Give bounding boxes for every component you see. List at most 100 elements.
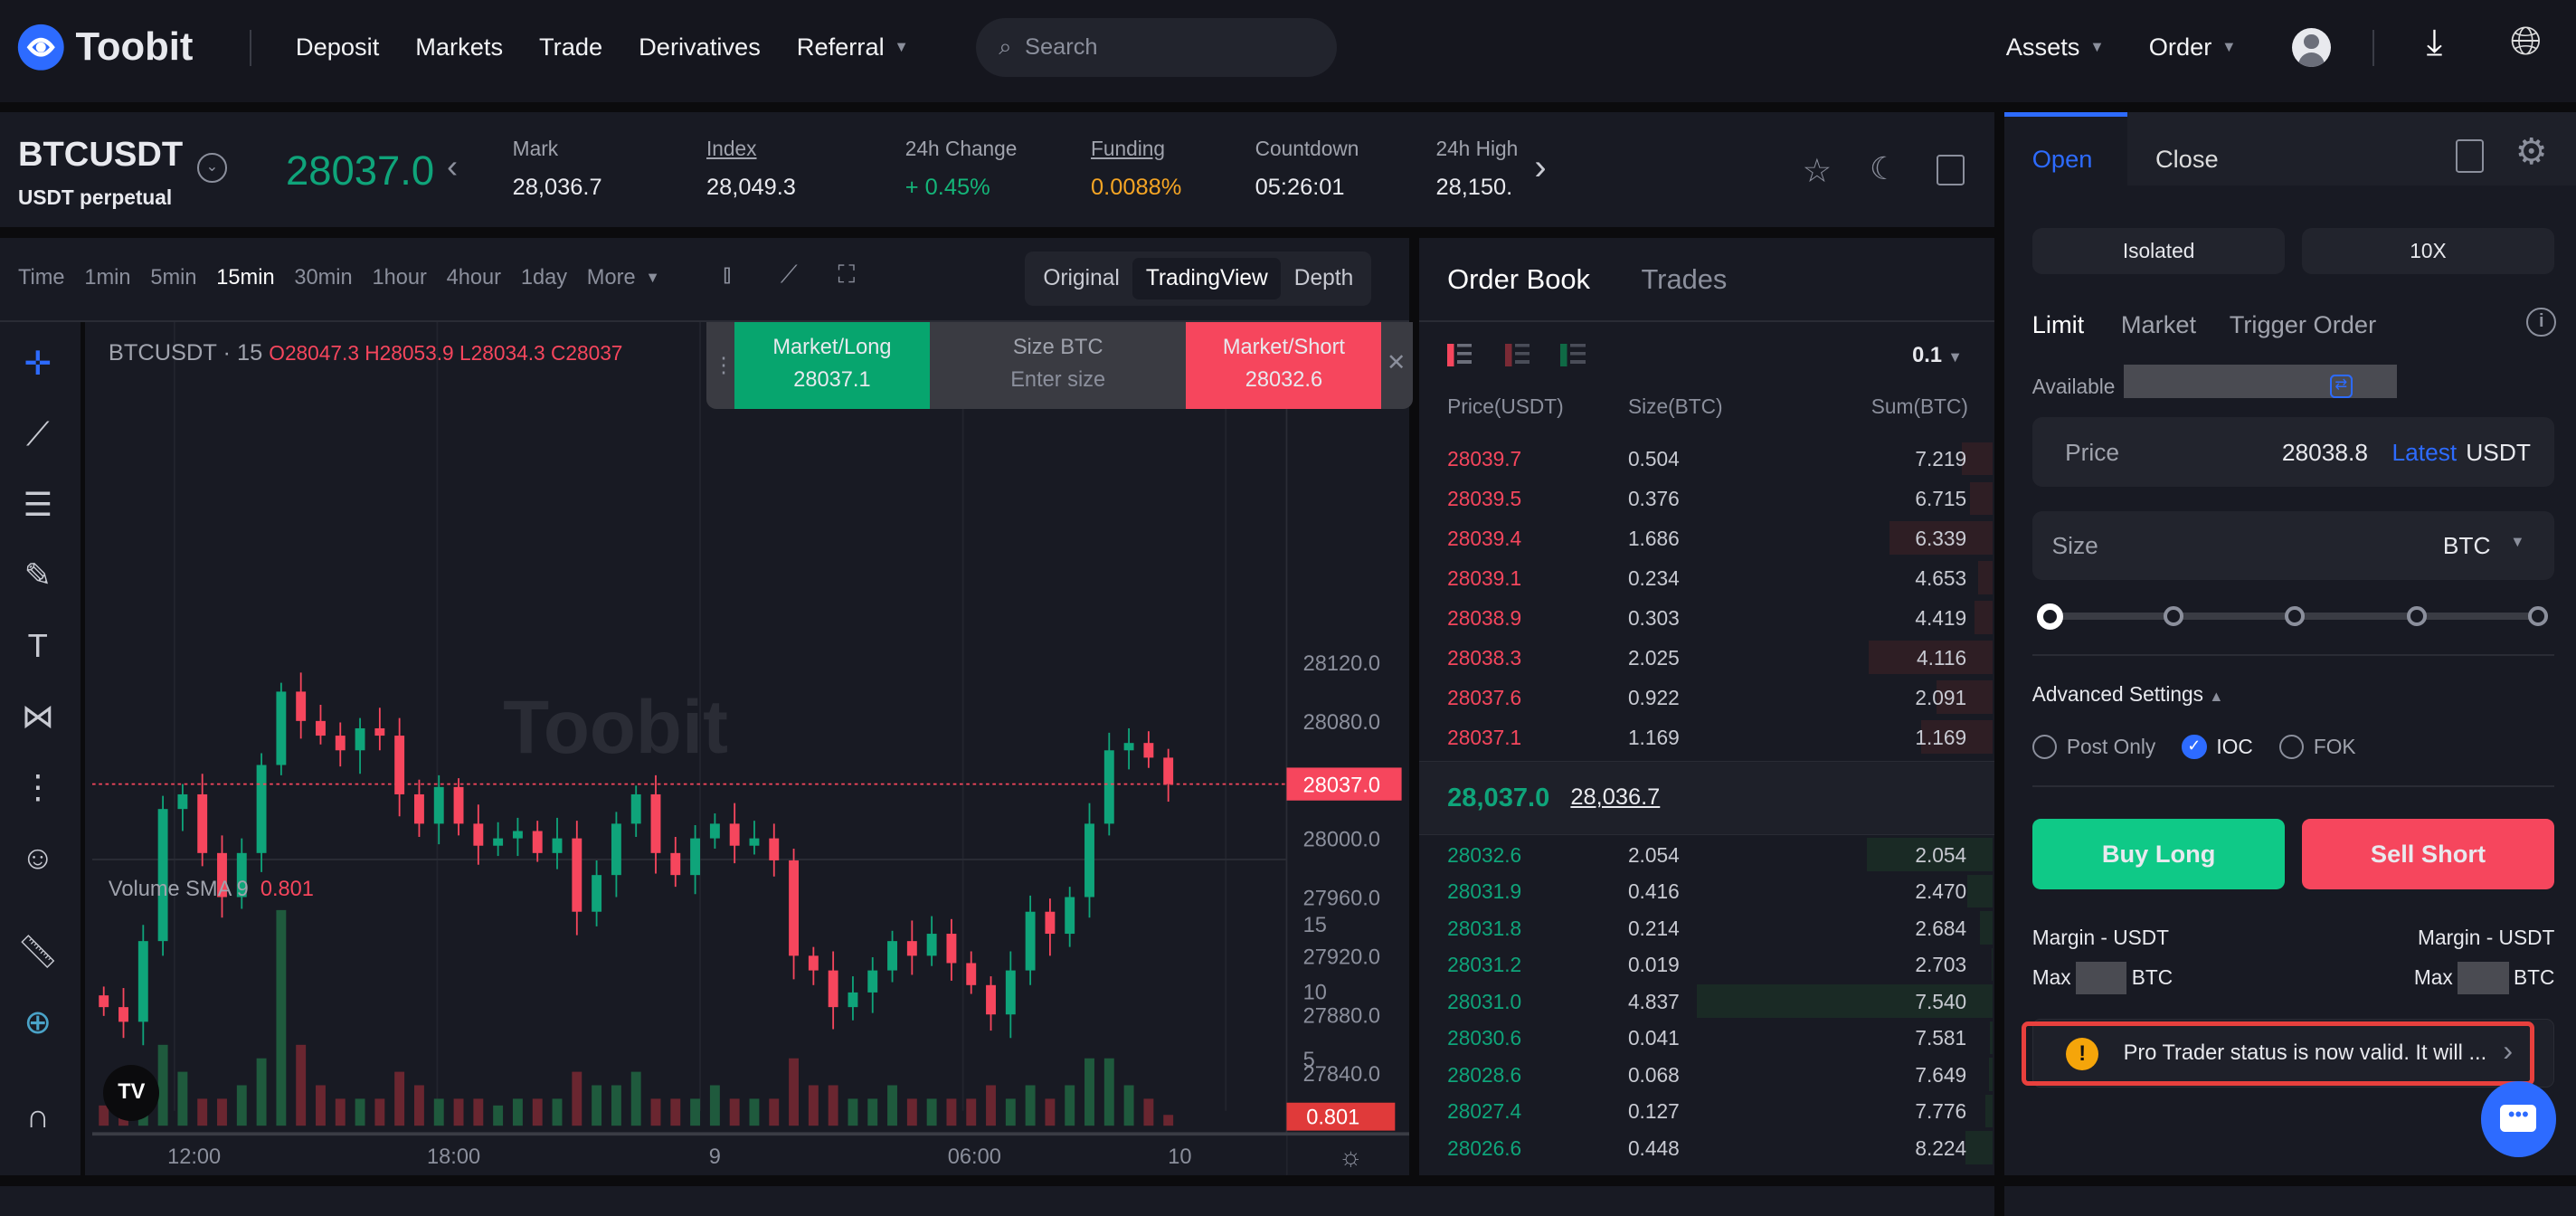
nav-markets[interactable]: Markets <box>415 33 503 62</box>
bid-row[interactable]: 28026.60.4488.224 <box>1419 1128 1993 1168</box>
timeframe-time[interactable]: Time <box>18 266 65 290</box>
symbol-dropdown-icon[interactable]: ⌄ <box>197 153 227 183</box>
chart-settings-icon[interactable]: ☼ <box>1339 1143 1363 1172</box>
book-asks-icon[interactable] <box>1505 344 1530 366</box>
ask-row[interactable]: 28039.10.2344.653 <box>1419 558 1993 598</box>
fib-icon[interactable]: ☰ <box>16 483 59 526</box>
timeframe-1hour[interactable]: 1hour <box>372 266 426 290</box>
prediction-icon[interactable]: ⋮ <box>16 765 59 808</box>
price-axis[interactable] <box>1286 322 1409 1175</box>
leverage-button[interactable]: 10X <box>2302 228 2555 274</box>
tab-close[interactable]: Close <box>2155 145 2219 174</box>
calculator-icon[interactable] <box>2456 139 2484 172</box>
bid-row[interactable]: 28030.60.0417.581 <box>1419 1018 1993 1058</box>
drag-handle-icon[interactable]: ⋮ <box>713 352 734 378</box>
nav-trade[interactable]: Trade <box>539 33 602 62</box>
view-original[interactable]: Original <box>1030 258 1133 299</box>
timeframe-1day[interactable]: 1day <box>521 266 567 290</box>
timeframe-more[interactable]: More <box>587 266 636 290</box>
trendline-icon[interactable]: ⟋ <box>16 413 59 455</box>
slider-mark-75[interactable] <box>2407 606 2427 626</box>
nav-derivatives[interactable]: Derivatives <box>639 33 761 62</box>
close-icon[interactable]: ✕ <box>1387 348 1406 376</box>
candlestick-chart[interactable]: Toobit28120.028080.028000.027960.027920.… <box>92 322 1410 1175</box>
gear-icon[interactable]: ⚙ <box>2515 131 2548 173</box>
precision-select[interactable]: 0.1 ▼ <box>1912 344 1963 368</box>
sell-short-button[interactable]: Sell Short <box>2302 819 2555 889</box>
star-icon[interactable]: ☆ <box>1802 151 1832 190</box>
market-long-button[interactable]: Market/Long28037.1 <box>734 322 930 409</box>
chat-support-button[interactable]: ••• <box>2481 1081 2557 1157</box>
ask-row[interactable]: 28037.60.9222.091 <box>1419 678 1993 717</box>
tab-order-book[interactable]: Order Book <box>1447 263 1590 296</box>
timeframe-4hour[interactable]: 4hour <box>447 266 501 290</box>
option-post-only[interactable]: Post Only <box>2032 735 2155 759</box>
option-fok[interactable]: FOK <box>2279 735 2356 759</box>
stat-label[interactable]: Funding <box>1091 137 1165 161</box>
stat-label[interactable]: Index <box>706 137 757 161</box>
bid-row[interactable]: 28031.04.8377.540 <box>1419 982 1993 1021</box>
globe-icon[interactable]: 🌐︎ <box>2510 20 2542 64</box>
size-unit-select[interactable]: BTC <box>2443 532 2491 560</box>
info-icon[interactable]: i <box>2526 308 2556 337</box>
fullscreen-icon[interactable]: ⛶ <box>838 260 855 290</box>
size-input[interactable]: Size BTC ▼ <box>2032 511 2555 580</box>
ask-row[interactable]: 28039.50.3766.715 <box>1419 479 1993 518</box>
advanced-settings-toggle[interactable]: Advanced Settings ▲ <box>2032 682 2224 707</box>
magnet-icon[interactable]: ∩ <box>16 1095 59 1137</box>
candle-type-icon[interactable]: ⫾ <box>723 260 731 290</box>
brush-icon[interactable]: ✎ <box>16 554 59 596</box>
bid-row[interactable]: 28031.90.4162.470 <box>1419 871 1993 911</box>
timeframe-15min[interactable]: 15min <box>216 266 274 290</box>
download-icon[interactable]: ⤓ <box>2427 23 2443 63</box>
timeframe-30min[interactable]: 30min <box>294 266 352 290</box>
size-input[interactable]: Size BTCEnter size <box>930 322 1186 409</box>
time-axis[interactable] <box>92 1134 1286 1174</box>
ask-row[interactable]: 28038.32.0254.116 <box>1419 638 1993 678</box>
option-ioc[interactable]: ✓IOC <box>2182 735 2252 759</box>
order-type-market[interactable]: Market <box>2121 310 2196 339</box>
chevron-left-icon[interactable]: ‹ <box>447 147 458 185</box>
moon-icon[interactable]: ☾ <box>1870 151 1898 187</box>
transfer-icon[interactable]: ⇄ <box>2330 375 2353 397</box>
search-input[interactable]: ⌕Search <box>976 18 1338 77</box>
tradingview-logo[interactable]: TV <box>103 1065 159 1121</box>
latest-price-button[interactable]: Latest <box>2392 439 2458 467</box>
order-type-trigger[interactable]: Trigger Order <box>2230 310 2376 339</box>
bid-row[interactable]: 28032.62.0542.054 <box>1419 835 1993 875</box>
slider-handle[interactable] <box>2037 603 2063 630</box>
slider-mark-25[interactable] <box>2164 606 2183 626</box>
pattern-icon[interactable]: ⋈ <box>16 695 59 737</box>
nav-deposit[interactable]: Deposit <box>296 33 379 62</box>
emoji-icon[interactable]: ☺ <box>16 836 59 879</box>
ask-row[interactable]: 28037.11.1691.169 <box>1419 717 1993 757</box>
slider-mark-50[interactable] <box>2285 606 2305 626</box>
price-input[interactable]: Price 28038.8 Latest USDT <box>2032 417 2555 486</box>
timeframe-1min[interactable]: 1min <box>84 266 130 290</box>
nav-referral[interactable]: Referral <box>797 33 885 62</box>
book-both-icon[interactable] <box>1447 344 1472 366</box>
crosshair-icon[interactable]: ✛ <box>16 342 59 385</box>
bid-row[interactable]: 28031.20.0192.703 <box>1419 945 1993 984</box>
zoom-in-icon[interactable]: ⊕ <box>16 1001 59 1043</box>
brand-logo[interactable]: Toobit <box>16 23 193 71</box>
ruler-icon[interactable]: 📏︎ <box>16 930 59 973</box>
bid-row[interactable]: 28028.60.0687.649 <box>1419 1055 1993 1095</box>
ask-row[interactable]: 28038.90.3034.419 <box>1419 598 1993 638</box>
chevron-right-icon[interactable]: › <box>1534 147 1546 188</box>
tab-open[interactable]: Open <box>2032 145 2093 174</box>
view-depth[interactable]: Depth <box>1281 258 1366 299</box>
notice-banner[interactable]: ! Pro Trader status is now valid. It wil… <box>2032 1019 2555 1088</box>
view-tradingview[interactable]: TradingView <box>1132 258 1281 299</box>
ask-row[interactable]: 28039.70.5047.219 <box>1419 439 1993 479</box>
nav-assets[interactable]: Assets <box>2006 33 2080 62</box>
bid-row[interactable]: 28031.80.2142.684 <box>1419 908 1993 948</box>
timeframe-5min[interactable]: 5min <box>150 266 196 290</box>
text-icon[interactable]: T <box>16 624 59 667</box>
nav-order[interactable]: Order <box>2149 33 2212 62</box>
symbol-name[interactable]: BTCUSDT <box>18 135 183 175</box>
avatar-icon[interactable] <box>2292 28 2332 68</box>
market-short-button[interactable]: Market/Short28032.6 <box>1186 322 1381 409</box>
notes-icon[interactable] <box>1937 155 1965 186</box>
ask-row[interactable]: 28039.41.6866.339 <box>1419 518 1993 558</box>
